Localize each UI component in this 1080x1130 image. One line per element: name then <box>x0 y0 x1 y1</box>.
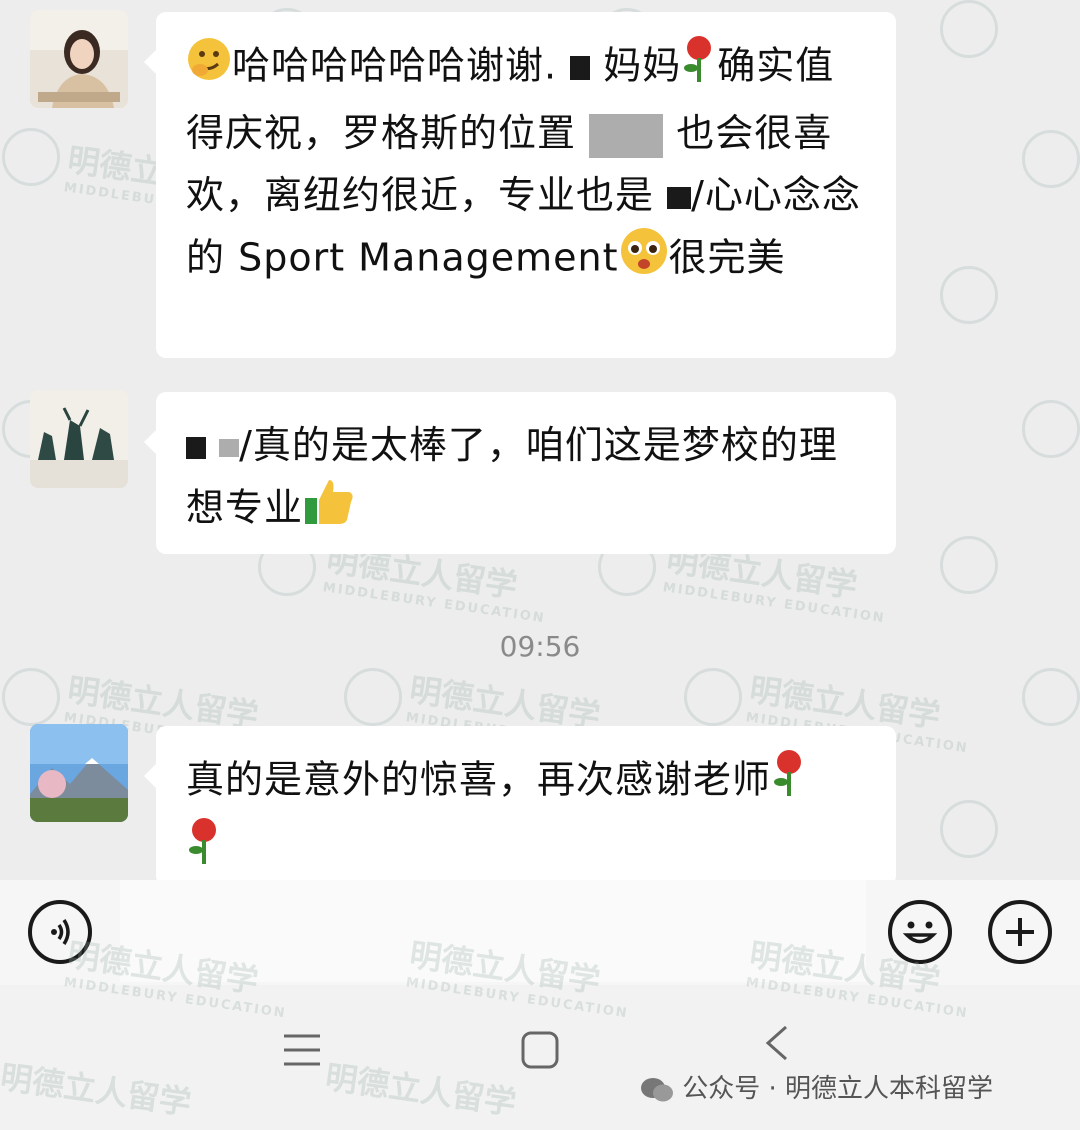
message-text: 真的是意外的惊喜，再次感谢老师 <box>186 757 772 802</box>
watermark-seal <box>1022 668 1080 726</box>
watermark-seal <box>1022 400 1080 458</box>
message-text: 很完美 <box>668 235 786 280</box>
voice-button[interactable] <box>28 900 92 964</box>
watermark: 明德立人留学 <box>323 1057 519 1123</box>
chat-area: 明德立人留学MIDDLEBURY EDUCATION 明德立人留学MIDDLEB… <box>0 0 1080 888</box>
input-bar <box>0 880 1080 985</box>
pleading-face-emoji <box>619 226 669 294</box>
watermark-seal <box>344 668 402 726</box>
avatar-teacher[interactable] <box>30 390 128 488</box>
emoji-button[interactable] <box>888 900 952 964</box>
redacted-block <box>219 438 240 457</box>
home-icon <box>521 1031 559 1069</box>
menu-icon <box>284 1034 320 1066</box>
emoji-icon <box>902 921 938 944</box>
plus-icon <box>1006 918 1034 946</box>
source-label: 公众号 · 明德立人本科留学 <box>682 1074 994 1104</box>
back-icon <box>765 1025 787 1061</box>
thumbs-up-emoji <box>303 476 355 544</box>
message-text: /真的是太棒了，咱们这是梦校的理想专业 <box>186 423 838 530</box>
rose-emoji <box>771 748 807 816</box>
rose-emoji <box>681 34 717 102</box>
home-button[interactable] <box>520 1030 560 1074</box>
message-bubble[interactable]: /真的是太棒了，咱们这是梦校的理想专业 <box>144 392 896 554</box>
more-button[interactable] <box>988 900 1052 964</box>
redacted-block <box>570 56 591 80</box>
rose-emoji <box>186 816 222 884</box>
avatar-user[interactable] <box>30 10 128 108</box>
watermark: 明德立人留学 <box>0 1057 194 1123</box>
redacted-block <box>589 113 664 158</box>
watermark-seal <box>1022 130 1080 188</box>
message-text: 哈哈哈哈哈哈谢谢. <box>232 43 558 88</box>
watermark-seal <box>2 128 60 186</box>
voice-icon <box>51 919 70 945</box>
message-text: 妈妈 <box>603 43 682 88</box>
redacted-block <box>186 436 206 459</box>
watermark-seal <box>940 536 998 594</box>
back-button[interactable] <box>762 1023 792 1067</box>
wechat-icon <box>641 1077 673 1101</box>
watermark-seal <box>2 668 60 726</box>
menu-button[interactable] <box>282 1030 322 1074</box>
redacted-block <box>667 186 692 209</box>
watermark-seal <box>940 0 998 58</box>
message-timestamp: 09:56 <box>499 630 581 663</box>
system-nav-bar: 明德立人留学 MIDDLEBURY EDUCATION 明德立人留学 MIDDLEB… <box>0 936 1080 1130</box>
watermark-seal <box>940 266 998 324</box>
source-watermark: 公众号 · 明德立人本科留学 <box>640 1068 993 1105</box>
smirk-face-emoji <box>186 36 232 100</box>
message-input[interactable] <box>120 880 866 982</box>
watermark-seal <box>940 800 998 858</box>
message-bubble[interactable]: 真的是意外的惊喜，再次感谢老师 <box>144 726 896 886</box>
watermark-seal <box>684 668 742 726</box>
avatar-user[interactable] <box>30 724 128 822</box>
message-bubble[interactable]: 哈哈哈哈哈哈谢谢. 妈妈 确实值得庆祝，罗格斯的位置 也会很喜欢，离纽约很近，专… <box>144 12 896 358</box>
